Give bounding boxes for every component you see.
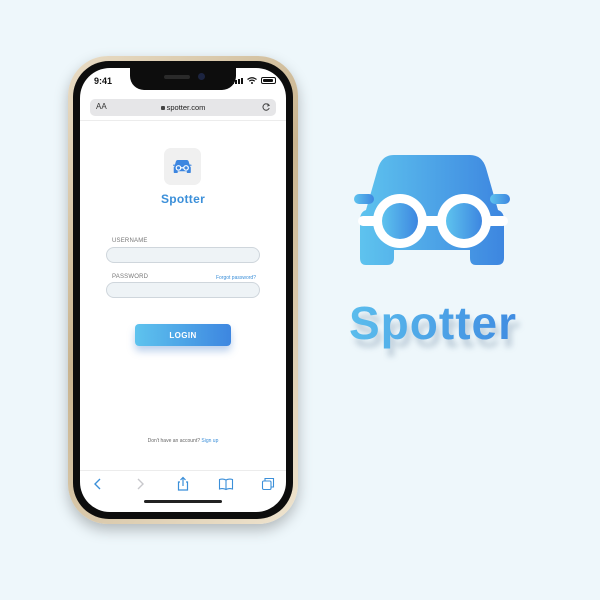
- phone-screen: 9:41 AA spotter.com Spotter USERNAME PAS…: [80, 68, 286, 512]
- password-input[interactable]: [106, 282, 260, 298]
- share-icon[interactable]: [175, 476, 191, 492]
- reload-icon[interactable]: [261, 102, 271, 112]
- wifi-icon: [247, 77, 257, 84]
- brand-wordmark: Spotter: [328, 296, 538, 350]
- car-glasses-logo-icon: [354, 155, 510, 265]
- signup-prompt: Don't have an account?: [147, 438, 201, 444]
- battery-icon: [261, 77, 276, 84]
- signup-line: Don't have an account? Sign up: [80, 438, 286, 444]
- speaker-grille: [164, 75, 190, 79]
- status-icons: [232, 77, 276, 84]
- password-label: PASSWORD: [112, 274, 149, 280]
- username-input[interactable]: [106, 247, 260, 263]
- app-title: Spotter: [160, 192, 206, 206]
- front-camera: [198, 73, 205, 80]
- car-glasses-icon: [173, 159, 192, 174]
- tabs-icon[interactable]: [260, 476, 276, 492]
- signup-link[interactable]: Sign up: [201, 438, 218, 444]
- forgot-password-link[interactable]: Forgot password?: [216, 275, 256, 281]
- toolbar-divider: [80, 470, 286, 471]
- username-label: USERNAME: [112, 238, 148, 244]
- app-icon: [164, 148, 201, 185]
- home-indicator: [144, 500, 222, 503]
- url-text: spotter.com: [166, 103, 206, 112]
- lock-icon: [160, 106, 165, 111]
- bookmarks-icon[interactable]: [218, 476, 234, 492]
- signal-icon: [232, 78, 243, 84]
- browser-toolbar: [80, 476, 286, 496]
- phone-mockup: 9:41 AA spotter.com Spotter USERNAME PAS…: [68, 56, 298, 524]
- address-bar-divider: [80, 120, 286, 121]
- back-icon[interactable]: [90, 476, 106, 492]
- login-button[interactable]: LOGIN: [135, 324, 231, 346]
- url-display[interactable]: spotter.com: [90, 103, 276, 112]
- status-time: 9:41: [94, 76, 113, 86]
- forward-icon[interactable]: [132, 476, 148, 492]
- address-bar[interactable]: AA spotter.com: [90, 99, 276, 116]
- phone-notch: [130, 68, 236, 90]
